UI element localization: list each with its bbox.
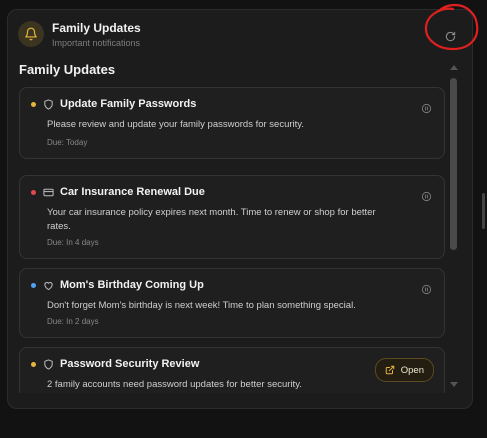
heart-icon: [42, 279, 54, 291]
notification-card[interactable]: Update Family Passwords Please review an…: [19, 87, 445, 159]
scrollbar[interactable]: [448, 65, 460, 387]
header-subtitle: Important notifications: [52, 38, 141, 48]
priority-dot: [31, 282, 36, 288]
bell-icon: [18, 21, 44, 47]
priority-dot: [31, 189, 36, 195]
dismiss-button[interactable]: [420, 102, 432, 114]
family-updates-widget: Family Updates Important notifications F…: [7, 9, 473, 409]
card-title: Car Insurance Renewal Due: [60, 186, 205, 198]
card-due: Due: Today: [47, 138, 88, 147]
shield-icon: [42, 358, 54, 370]
header-title: Family Updates: [52, 21, 141, 35]
dismiss-button[interactable]: [420, 190, 432, 202]
refresh-icon: [445, 31, 455, 41]
notification-list[interactable]: Update Family Passwords Please review an…: [19, 87, 445, 393]
card-title: Password Security Review: [60, 358, 200, 370]
notification-card[interactable]: Mom's Birthday Coming Up Don't forget Mo…: [19, 268, 445, 338]
section-title: Family Updates: [19, 62, 116, 77]
scroll-down-arrow[interactable]: [450, 382, 458, 387]
card-title: Update Family Passwords: [60, 98, 197, 110]
priority-dot: [31, 101, 36, 107]
dismiss-button[interactable]: [420, 283, 432, 295]
dismiss-icon: [421, 284, 431, 294]
card-due: Due: In 4 days: [47, 238, 99, 247]
open-button-label: Open: [400, 364, 424, 376]
notification-card[interactable]: Car Insurance Renewal Due Your car insur…: [19, 175, 445, 259]
refresh-button[interactable]: [442, 28, 458, 44]
widget-header: Family Updates Important notifications: [18, 20, 462, 52]
dismiss-icon: [421, 103, 431, 113]
open-button[interactable]: Open: [374, 358, 434, 382]
card-due: Due: In 2 days: [47, 317, 99, 326]
credit-card-icon: [42, 186, 54, 198]
notification-card[interactable]: Password Security Review 2 family accoun…: [19, 347, 445, 393]
scroll-up-arrow[interactable]: [450, 65, 458, 70]
card-description: Your car insurance policy expires next m…: [47, 207, 376, 232]
priority-dot: [31, 361, 36, 367]
shield-icon: [42, 98, 54, 110]
scroll-thumb[interactable]: [450, 78, 457, 250]
card-title: Mom's Birthday Coming Up: [60, 279, 204, 291]
page-scrollbar[interactable]: [482, 193, 485, 229]
card-description: Please review and update your family pas…: [47, 119, 304, 130]
card-description: Don't forget Mom's birthday is next week…: [47, 300, 356, 311]
external-link-icon: [385, 365, 395, 375]
card-description: 2 family accounts need password updates …: [47, 379, 302, 390]
dismiss-icon: [421, 191, 431, 201]
